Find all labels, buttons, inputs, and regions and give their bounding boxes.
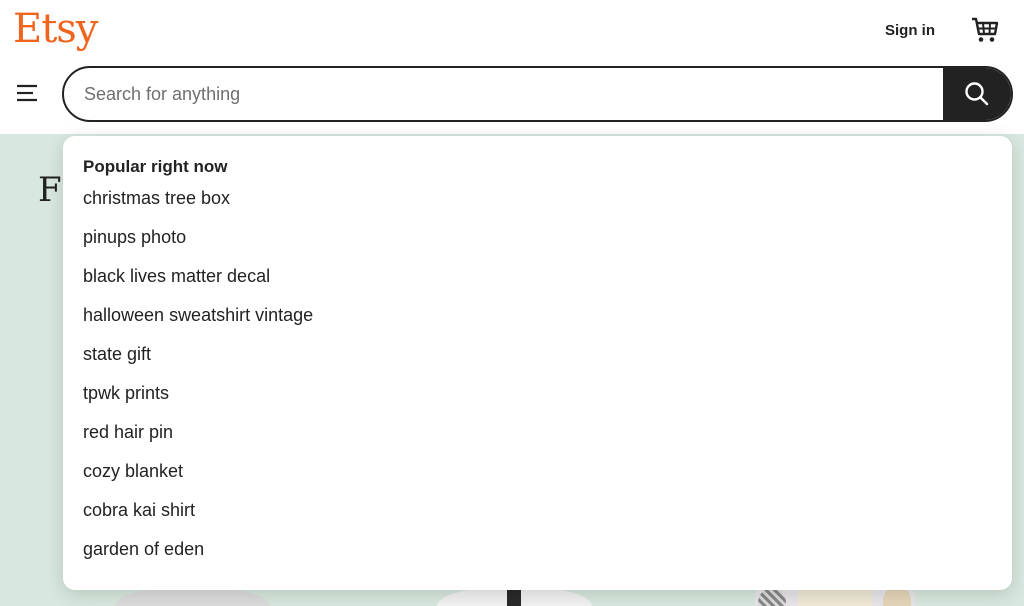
suggestion-item[interactable]: halloween sweatshirt vintage — [83, 304, 1012, 343]
card-shape — [798, 590, 872, 606]
search-button[interactable] — [943, 68, 1011, 120]
yarn-shape — [758, 588, 786, 606]
suggestion-item[interactable]: garden of eden — [83, 538, 1012, 577]
suggestion-item[interactable]: cozy blanket — [83, 460, 1012, 499]
search-suggestions-dropdown: Popular right now christmas tree box pin… — [63, 136, 1012, 590]
suggestion-item[interactable]: red hair pin — [83, 421, 1012, 460]
search-icon — [963, 80, 991, 108]
hero-title: F — [38, 170, 62, 210]
suggestion-item[interactable]: black lives matter decal — [83, 265, 1012, 304]
suggestion-item[interactable]: state gift — [83, 343, 1012, 382]
search-bar — [62, 66, 1013, 122]
etsy-logo[interactable]: Etsy — [13, 4, 97, 54]
dropdown-heading: Popular right now — [83, 156, 1012, 187]
shopping-cart-icon[interactable] — [970, 16, 1000, 44]
suggestion-item[interactable]: cobra kai shirt — [83, 499, 1012, 538]
site-header: Etsy Sign in — [0, 0, 1024, 134]
suggestion-item[interactable]: pinups photo — [83, 226, 1012, 265]
suggestion-item[interactable]: christmas tree box — [83, 187, 1012, 226]
hamburger-menu-icon[interactable] — [16, 82, 40, 104]
search-input[interactable] — [64, 68, 944, 120]
suggestion-item[interactable]: tpwk prints — [83, 382, 1012, 421]
sign-in-link[interactable]: Sign in — [885, 21, 935, 41]
